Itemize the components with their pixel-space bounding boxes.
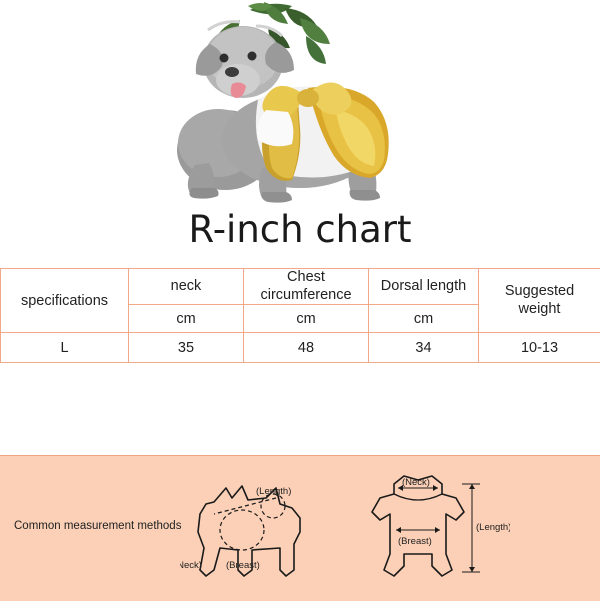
product-photo xyxy=(0,0,600,205)
page-title: R-inch chart xyxy=(0,208,600,251)
cell-weight: 10-13 xyxy=(479,333,600,363)
header-suggested-weight: Suggested weight xyxy=(479,269,600,333)
dog-photo-illustration xyxy=(0,0,600,205)
table-header-row: specifications neck Chest circumference … xyxy=(1,269,600,305)
garment-front-view-diagram xyxy=(372,476,464,576)
measurement-panel-label: Common measurement methods xyxy=(14,520,181,532)
header-weight-line2: weight xyxy=(479,301,600,318)
size-chart-table: specifications neck Chest circumference … xyxy=(0,268,600,363)
cell-dorsal: 34 xyxy=(369,333,479,363)
header-chest-line2: circumference xyxy=(244,287,368,304)
page-root: R-inch chart specifications neck Chest c… xyxy=(0,0,600,600)
size-chart-table-wrapper: specifications neck Chest circumference … xyxy=(0,268,600,363)
table-row: L 35 48 34 10-13 xyxy=(1,333,600,363)
side-neck-label: (Neck) xyxy=(180,560,202,571)
cell-chest: 48 xyxy=(244,333,369,363)
header-dorsal-length: Dorsal length xyxy=(369,269,479,305)
front-neck-label: (Neck) xyxy=(402,477,430,488)
front-breast-label: (Breast) xyxy=(398,536,432,547)
measurement-panel: Common measurement methods (Length) (Bre… xyxy=(0,455,600,601)
length-measure-line xyxy=(214,498,276,514)
header-weight-line1: Suggested xyxy=(479,283,600,300)
cell-neck: 35 xyxy=(129,333,244,363)
header-chest-circumference: Chest circumference xyxy=(244,269,369,305)
side-length-label: (Length) xyxy=(256,486,291,497)
measurement-diagrams: (Length) (Breast) (Neck) (Neck) (Leng xyxy=(180,458,510,598)
header-specifications: specifications xyxy=(1,269,129,333)
header-neck: neck xyxy=(129,269,244,305)
cell-size: L xyxy=(1,333,129,363)
side-breast-label: (Breast) xyxy=(226,560,260,571)
unit-neck: cm xyxy=(129,305,244,333)
front-length-label: (Length) xyxy=(476,522,510,533)
unit-chest: cm xyxy=(244,305,369,333)
header-chest-line1: Chest xyxy=(244,269,368,286)
breast-measure-ellipse xyxy=(220,510,264,550)
unit-dorsal: cm xyxy=(369,305,479,333)
